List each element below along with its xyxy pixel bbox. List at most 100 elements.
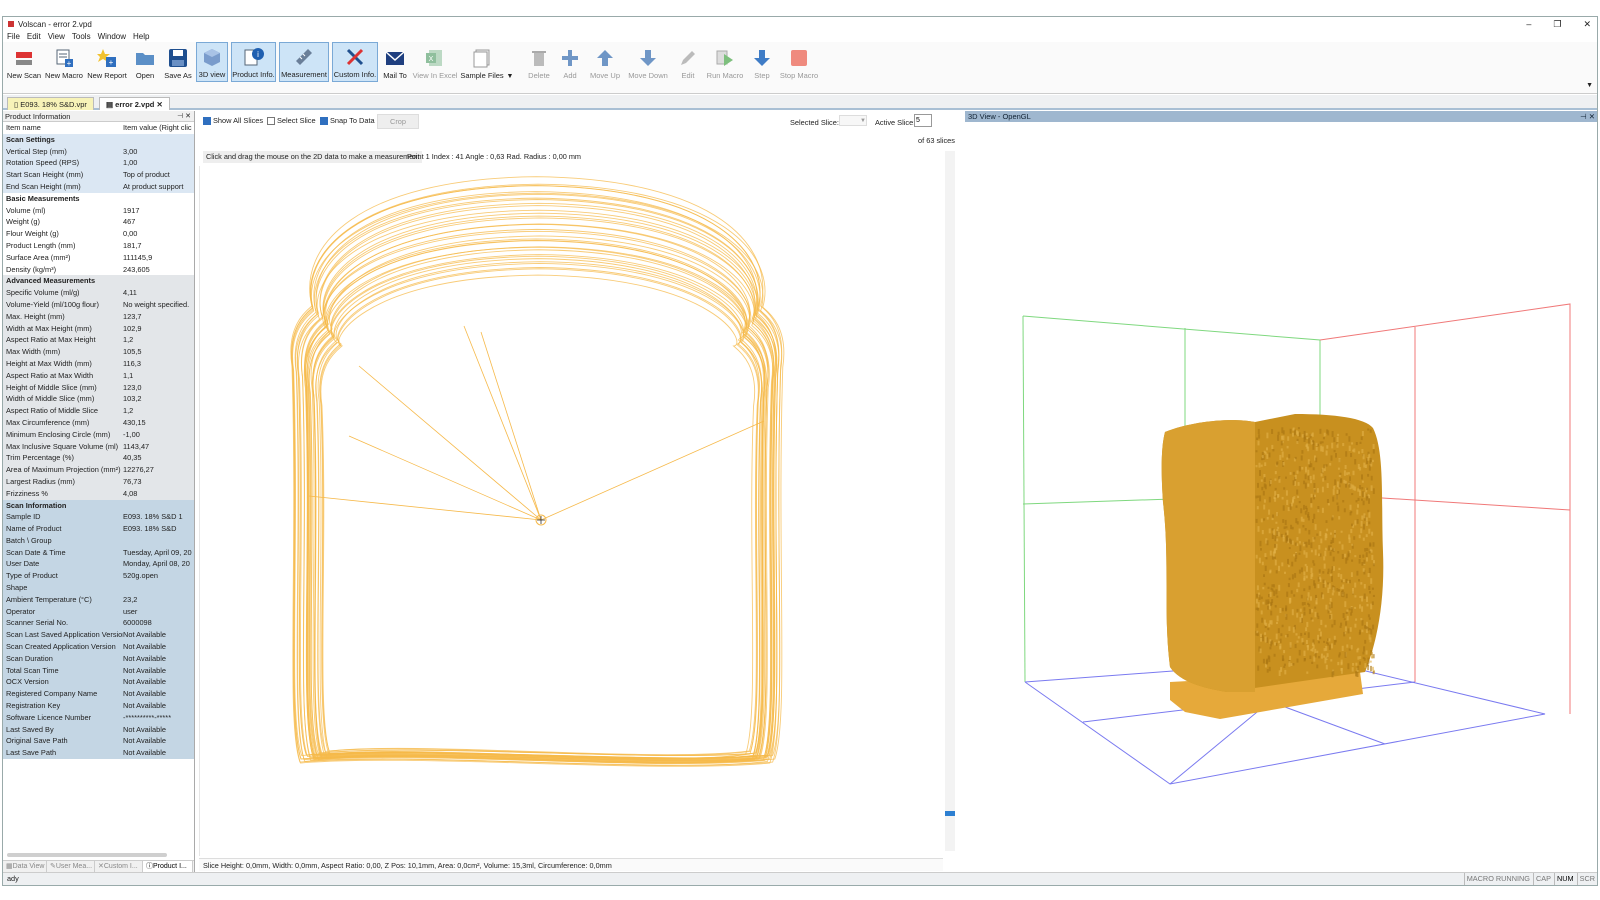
menu-tools[interactable]: Tools: [72, 31, 91, 42]
property-row[interactable]: Last Save Path Not Available: [3, 747, 194, 760]
property-row[interactable]: Flour Weight (g) 0,00: [3, 228, 194, 240]
menu-edit[interactable]: Edit: [27, 31, 41, 42]
property-row[interactable]: Density (kg/m³) 243,605: [3, 263, 194, 276]
property-row[interactable]: Max. Height (mm) 123,7: [3, 310, 194, 323]
property-row[interactable]: Registered Company Name Not Available: [3, 688, 194, 701]
pin-icon[interactable]: ⊣: [1580, 112, 1587, 121]
property-row[interactable]: Surface Area (mm²) 111145,9: [3, 251, 194, 264]
ribbon-options-icon[interactable]: ▼: [1586, 82, 1593, 89]
property-section-header[interactable]: Basic Measurements: [3, 192, 194, 205]
property-row[interactable]: Max Width (mm) 105,5: [3, 346, 194, 358]
property-row[interactable]: Width of Middle Slice (mm) 103,2: [3, 393, 194, 406]
property-row[interactable]: Last Saved By Not Available: [3, 723, 194, 736]
property-row[interactable]: Name of Product E093. 18% S&D: [3, 523, 194, 535]
close-icon[interactable]: ✕: [1589, 112, 1595, 121]
step-button[interactable]: Step: [751, 42, 773, 82]
edit-button[interactable]: Edit: [677, 42, 699, 82]
close-icon[interactable]: ✕: [185, 113, 191, 120]
new-report-button[interactable]: + New Report: [87, 42, 127, 82]
open-button[interactable]: Open: [131, 42, 159, 82]
selected-slice-dropdown[interactable]: ▼: [839, 115, 867, 126]
property-row[interactable]: Weight (g) 467: [3, 216, 194, 229]
property-row[interactable]: OCX Version Not Available: [3, 676, 194, 689]
menu-help[interactable]: Help: [133, 31, 149, 42]
sample-files-button[interactable]: Sample Files: [460, 42, 504, 82]
property-row[interactable]: Width at Max Height (mm) 102,9: [3, 322, 194, 335]
property-row[interactable]: Specific Volume (ml/g) 4,11: [3, 287, 194, 299]
new-scan-button[interactable]: New Scan: [7, 42, 41, 82]
property-row[interactable]: Type of Product 520g.open: [3, 570, 194, 583]
property-row[interactable]: Batch \ Group: [3, 534, 194, 547]
product-info-button[interactable]: i Product Info.: [231, 42, 276, 82]
property-row[interactable]: Aspect Ratio of Middle Slice 1,2: [3, 405, 194, 417]
property-row[interactable]: Minimum Enclosing Circle (mm) -1,00: [3, 428, 194, 441]
mail-to-button[interactable]: Mail To: [381, 42, 409, 82]
menu-file[interactable]: File: [7, 31, 20, 42]
restore-button[interactable]: ❐: [1553, 17, 1561, 31]
property-row[interactable]: Max Circumference (mm) 430,15: [3, 416, 194, 429]
active-slice-input[interactable]: [914, 114, 932, 127]
3d-opengl-canvas[interactable]: [965, 122, 1598, 862]
run-macro-button[interactable]: Run Macro: [705, 42, 745, 82]
stop-macro-button[interactable]: Stop Macro: [779, 42, 819, 82]
doc-tab-vpd[interactable]: ▤ error 2.vpd ✕: [99, 97, 170, 110]
property-row[interactable]: Trim Percentage (%) 40,35: [3, 452, 194, 465]
property-row[interactable]: Start Scan Height (mm) Top of product: [3, 169, 194, 181]
property-section-header[interactable]: Scan Information: [3, 499, 194, 512]
sample-files-dropdown[interactable]: ▼: [505, 42, 515, 82]
property-row[interactable]: Scan Created Application Version Not Avai…: [3, 641, 194, 653]
add-button[interactable]: Add: [558, 42, 582, 82]
property-row[interactable]: Sample ID E093. 18% S&D 1: [3, 511, 194, 524]
close-button[interactable]: ✕: [1583, 17, 1591, 31]
property-row[interactable]: Vertical Step (mm) 3,00: [3, 145, 194, 158]
3d-view-button[interactable]: 3D view: [196, 42, 228, 82]
property-row[interactable]: Rotation Speed (RPS) 1,00: [3, 157, 194, 170]
crop-button[interactable]: Crop: [377, 114, 420, 129]
property-row[interactable]: Ambient Temperature (°C) 23,2: [3, 593, 194, 606]
view-in-excel-button[interactable]: X View In Excel: [413, 42, 457, 82]
pin-icon[interactable]: ⊣: [177, 113, 183, 120]
delete-button[interactable]: Delete: [525, 42, 553, 82]
property-row[interactable]: Area of Maximum Projection (mm²) 12276,27: [3, 464, 194, 476]
menu-view[interactable]: View: [48, 31, 65, 42]
minimize-button[interactable]: –: [1526, 17, 1531, 31]
move-up-button[interactable]: Move Up: [588, 42, 622, 82]
property-row[interactable]: User Date Monday, April 08, 20: [3, 558, 194, 571]
property-row[interactable]: Max Inclusive Square Volume (ml) 1143,47: [3, 440, 194, 453]
property-row[interactable]: Scan Date & Time Tuesday, April 09, 20: [3, 546, 194, 559]
property-row[interactable]: Software Licence Number -**********-*****: [3, 711, 194, 724]
property-row[interactable]: Volume (ml) 1917: [3, 204, 194, 217]
property-row[interactable]: Height at Max Width (mm) 116,3: [3, 357, 194, 370]
measurement-button[interactable]: Measurement: [279, 42, 329, 82]
property-row[interactable]: Shape: [3, 582, 194, 594]
property-row[interactable]: Scan Duration Not Available: [3, 652, 194, 665]
custom-info-button[interactable]: Custom Info.: [332, 42, 378, 82]
property-row[interactable]: Original Save Path Not Available: [3, 735, 194, 748]
doc-tab-vpr[interactable]: ▯ E093. 18% S&D.vpr: [7, 97, 94, 110]
property-row[interactable]: Operator user: [3, 605, 194, 618]
property-row[interactable]: Registration Key Not Available: [3, 700, 194, 712]
horizontal-scrollbar[interactable]: [7, 853, 167, 857]
property-row[interactable]: End Scan Height (mm) At product support: [3, 180, 194, 193]
new-macro-button[interactable]: + New Macro: [45, 42, 83, 82]
property-row[interactable]: Product Length (mm) 181,7: [3, 239, 194, 252]
property-row[interactable]: Scanner Serial No. 6000098: [3, 617, 194, 630]
move-down-button[interactable]: Move Down: [627, 42, 669, 82]
property-row[interactable]: Largest Radius (mm) 76,73: [3, 475, 194, 488]
property-row[interactable]: Frizziness % 4,08: [3, 487, 194, 500]
slice-contour-canvas[interactable]: [199, 166, 943, 856]
property-section-header[interactable]: Advanced Measurements: [3, 275, 194, 288]
select-slice-checkbox[interactable]: Select Slice: [267, 116, 316, 125]
property-section-header[interactable]: Scan Settings: [3, 133, 194, 146]
property-row[interactable]: Aspect Ratio at Max Height 1,2: [3, 334, 194, 347]
property-row[interactable]: Aspect Ratio at Max Width 1,1: [3, 369, 194, 382]
save-as-button[interactable]: Save As: [163, 42, 193, 82]
menu-window[interactable]: Window: [98, 31, 126, 42]
snap-to-data-checkbox[interactable]: Snap To Data: [320, 116, 375, 125]
property-row[interactable]: Scan Last Saved Application Version Not A…: [3, 629, 194, 642]
property-row[interactable]: Total Scan Time Not Available: [3, 664, 194, 677]
show-all-slices-checkbox[interactable]: Show All Slices: [203, 116, 263, 125]
slice-scrollbar[interactable]: [945, 151, 955, 851]
property-row[interactable]: Volume-Yield (ml/100g flour) No weight sp…: [3, 298, 194, 311]
slice-scroll-thumb[interactable]: [945, 811, 955, 816]
